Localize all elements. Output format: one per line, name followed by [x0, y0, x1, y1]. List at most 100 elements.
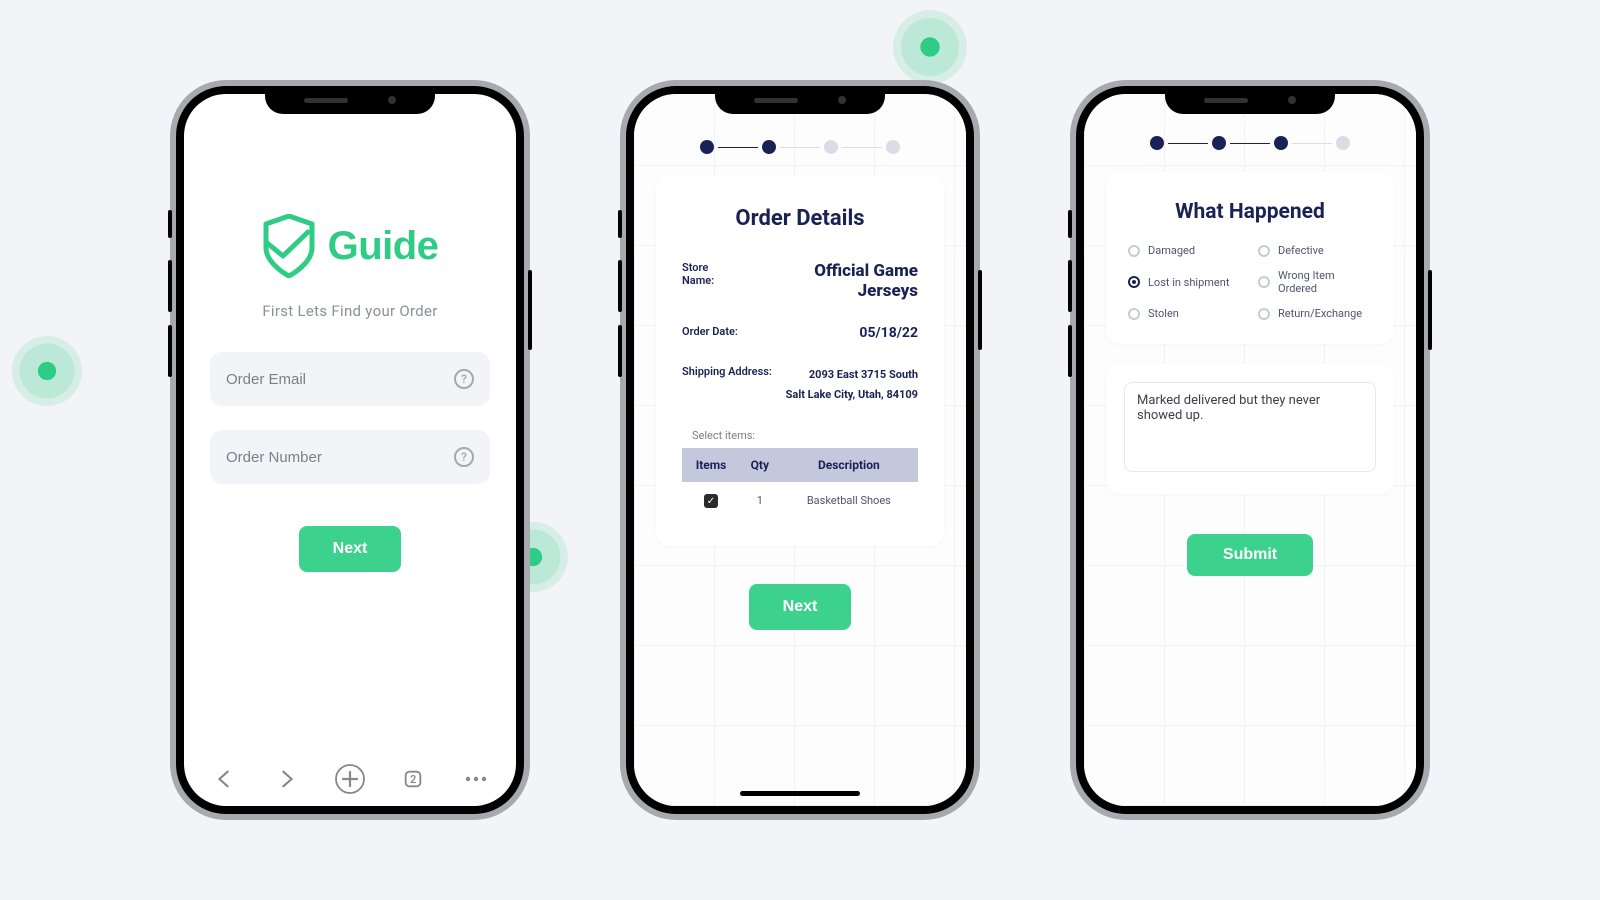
screen-2: Order Details Store Name: Official Game … — [634, 94, 966, 806]
date-label: Order Date: — [682, 325, 738, 338]
option-label: Damaged — [1148, 244, 1195, 257]
store-row: Store Name: Official Game Jerseys — [682, 261, 918, 301]
step-line — [1292, 143, 1332, 144]
option-label: Stolen — [1148, 307, 1179, 320]
speaker-icon — [1204, 98, 1248, 103]
checkbox-icon[interactable]: ✓ — [704, 494, 718, 508]
camera-icon — [1288, 96, 1296, 104]
phone-side-button — [1428, 270, 1432, 350]
phone-side-button — [978, 270, 982, 350]
step-dot — [1212, 136, 1226, 150]
step-dot — [824, 140, 838, 154]
screen1-subtitle: First Lets Find your Order — [262, 302, 437, 320]
note-textarea[interactable] — [1124, 382, 1376, 472]
phone-side-button — [168, 210, 172, 238]
phone-side-button — [168, 260, 172, 312]
order-email-input[interactable] — [226, 371, 454, 388]
step-line — [780, 147, 820, 148]
radio-icon — [1258, 245, 1270, 257]
submit-button[interactable]: Submit — [1187, 534, 1313, 576]
table-row: ✓ 1 Basketball Shoes — [682, 482, 918, 521]
order-number-field[interactable]: ? — [210, 430, 490, 484]
tabs-icon[interactable]: 2 — [398, 764, 428, 794]
th-desc: Description — [780, 448, 918, 482]
order-email-field[interactable]: ? — [210, 352, 490, 406]
address-line2: Salt Lake City, Utah, 84109 — [786, 388, 918, 401]
card-title: What Happened — [1128, 200, 1372, 224]
logo-text: Guide — [328, 224, 439, 269]
logo: Guide — [262, 214, 439, 278]
next-button[interactable]: Next — [299, 526, 402, 572]
order-number-input[interactable] — [226, 449, 454, 466]
progress-stepper — [634, 140, 966, 154]
radio-icon — [1128, 276, 1140, 288]
phone-side-button — [618, 325, 622, 377]
next-button[interactable]: Next — [749, 584, 852, 630]
phone-side-button — [528, 270, 532, 350]
phone-bezel: Guide First Lets Find your Order ? ? Nex… — [176, 86, 524, 814]
reason-options: Damaged Defective Lost in shipment — [1128, 244, 1372, 320]
address-row: Shipping Address: 2093 East 3715 South S… — [682, 365, 918, 405]
phone-side-button — [1068, 260, 1072, 312]
option-damaged[interactable]: Damaged — [1128, 244, 1242, 257]
order-details-card: Order Details Store Name: Official Game … — [656, 176, 944, 546]
screen-3: What Happened Damaged Defective — [1084, 94, 1416, 806]
option-defective[interactable]: Defective — [1258, 244, 1372, 257]
step-dot — [1150, 136, 1164, 150]
option-return-exchange[interactable]: Return/Exchange — [1258, 307, 1372, 320]
select-items-label: Select items: — [692, 429, 918, 442]
stage: Guide First Lets Find your Order ? ? Nex… — [0, 0, 1600, 900]
camera-icon — [388, 96, 396, 104]
step-dot — [700, 140, 714, 154]
option-label: Wrong Item Ordered — [1278, 269, 1372, 295]
option-lost-in-shipment[interactable]: Lost in shipment — [1128, 269, 1242, 295]
step-line — [842, 147, 882, 148]
option-stolen[interactable]: Stolen — [1128, 307, 1242, 320]
reason-card: What Happened Damaged Defective — [1106, 172, 1394, 344]
option-label: Defective — [1278, 244, 1324, 257]
progress-stepper — [1084, 136, 1416, 150]
card-title: Order Details — [682, 206, 918, 231]
forward-icon[interactable] — [272, 764, 302, 794]
phone-notch — [1165, 86, 1335, 114]
step-dot — [886, 140, 900, 154]
th-qty: Qty — [740, 448, 780, 482]
option-wrong-item[interactable]: Wrong Item Ordered — [1258, 269, 1372, 295]
step-dot — [1274, 136, 1288, 150]
shield-icon — [262, 214, 316, 278]
add-tab-icon[interactable] — [335, 764, 365, 794]
browser-nav: 2 — [184, 750, 516, 806]
phone-3: What Happened Damaged Defective — [1070, 80, 1430, 820]
row-desc: Basketball Shoes — [780, 482, 918, 521]
phone-side-button — [1068, 325, 1072, 377]
step-line — [1230, 143, 1270, 144]
step-dot — [762, 140, 776, 154]
phone-side-button — [168, 325, 172, 377]
address-value: 2093 East 3715 South Salt Lake City, Uta… — [786, 365, 918, 405]
store-value: Official Game Jerseys — [752, 261, 918, 301]
back-icon[interactable] — [209, 764, 239, 794]
step-line — [718, 147, 758, 148]
items-table: Items Qty Description ✓ 1 Basketball Sho… — [682, 448, 918, 521]
phone-side-button — [1068, 210, 1072, 238]
help-icon[interactable]: ? — [454, 447, 474, 467]
screen-1: Guide First Lets Find your Order ? ? Nex… — [184, 94, 516, 806]
phone-notch — [265, 86, 435, 114]
radio-icon — [1258, 276, 1270, 288]
more-icon[interactable] — [461, 764, 491, 794]
camera-icon — [838, 96, 846, 104]
option-label: Lost in shipment — [1148, 276, 1229, 289]
tabs-count: 2 — [410, 773, 416, 786]
option-label: Return/Exchange — [1278, 307, 1362, 320]
phone-bezel: What Happened Damaged Defective — [1076, 86, 1424, 814]
help-icon[interactable]: ? — [454, 369, 474, 389]
address-label: Shipping Address: — [682, 365, 772, 378]
date-row: Order Date: 05/18/22 — [682, 325, 918, 341]
row-qty: 1 — [740, 482, 780, 521]
phone-notch — [715, 86, 885, 114]
home-indicator[interactable] — [740, 791, 860, 796]
th-items: Items — [682, 448, 740, 482]
address-line1: 2093 East 3715 South — [809, 368, 918, 381]
accent-dot-icon — [893, 10, 967, 84]
speaker-icon — [304, 98, 348, 103]
